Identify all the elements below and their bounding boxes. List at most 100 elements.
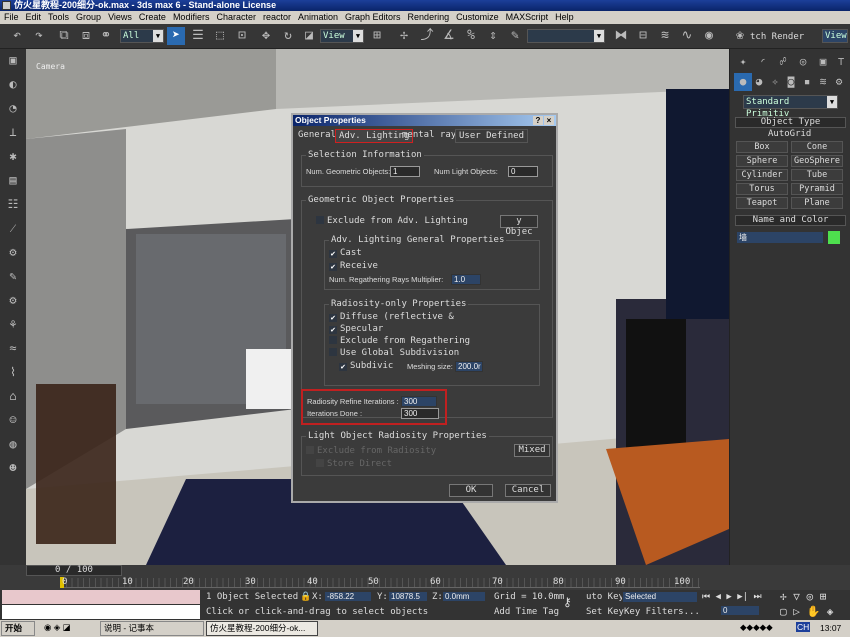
refine-iterations-spinner[interactable]: 300 bbox=[401, 396, 437, 407]
percent-snap-icon[interactable]: % bbox=[462, 27, 480, 45]
y-coordinate[interactable]: 10878.5 bbox=[388, 591, 428, 602]
rays-multiplier-spinner[interactable]: 1.0 bbox=[451, 274, 481, 285]
key-filters-button[interactable]: Key Filters... bbox=[624, 606, 700, 618]
modify-tab-icon[interactable]: ◜ bbox=[754, 53, 772, 71]
tool-icon[interactable]: ⚙ bbox=[4, 245, 22, 263]
ime-indicator[interactable]: CH bbox=[796, 622, 811, 632]
menu-graph-editors[interactable]: Graph Editors bbox=[345, 11, 401, 24]
tab-mental-ray[interactable]: mental ray bbox=[399, 129, 459, 143]
tool-icon[interactable]: ≈ bbox=[4, 341, 22, 359]
menu-character[interactable]: Character bbox=[216, 11, 256, 24]
cylinder-button[interactable]: Cylinder bbox=[736, 169, 788, 181]
utilities-tab-icon[interactable]: ⊤ bbox=[832, 53, 850, 71]
object-name-input[interactable]: 墙 bbox=[736, 231, 824, 244]
task-notepad[interactable]: 说明 - 记事本 bbox=[100, 621, 204, 636]
lock-icon[interactable]: 🔒 bbox=[300, 591, 311, 603]
subdivide-checkbox[interactable]: ✔ Subdivic bbox=[339, 361, 393, 371]
cone-button[interactable]: Cone bbox=[791, 141, 843, 153]
tool-icon[interactable]: ◍ bbox=[4, 437, 22, 455]
ref-coord-dropdown[interactable]: View ▼ bbox=[320, 29, 364, 43]
menu-tools[interactable]: Tools bbox=[48, 11, 69, 24]
angle-snap-icon[interactable]: ∡ bbox=[440, 27, 458, 45]
tool-icon[interactable]: ⊥ bbox=[4, 125, 22, 143]
viewport-nav-icon[interactable]: ✢ ▽ ◎ ⊞ bbox=[780, 591, 826, 603]
torus-button[interactable]: Torus bbox=[736, 183, 788, 195]
tool-icon[interactable]: ◐ bbox=[4, 77, 22, 95]
pivot-icon[interactable]: ⊞ bbox=[368, 27, 386, 45]
unlink-icon[interactable]: ⧈ bbox=[77, 27, 95, 45]
hierarchy-tab-icon[interactable]: ☍ bbox=[774, 53, 792, 71]
layer-icon[interactable]: ≋ bbox=[656, 27, 674, 45]
selection-filter-dropdown[interactable]: All ▼ bbox=[120, 29, 164, 43]
key-mode-dropdown[interactable]: Selected bbox=[622, 591, 698, 603]
key-icon[interactable]: ⚷ bbox=[563, 596, 572, 608]
specular-checkbox[interactable]: ✔ Specular bbox=[329, 324, 383, 334]
named-selection-dropdown[interactable]: ▼ bbox=[527, 29, 605, 43]
diffuse-checkbox[interactable]: ✔ Diffuse (reflective & bbox=[329, 312, 454, 322]
help-button[interactable]: ? bbox=[533, 116, 543, 125]
maxscript-input[interactable] bbox=[2, 605, 200, 619]
tool-icon[interactable]: ☻ bbox=[4, 461, 22, 479]
playback-controls-icon[interactable]: ⏮ ◀ ▶ ▶| ⏭ bbox=[702, 591, 762, 603]
tab-user-defined[interactable]: User Defined bbox=[455, 129, 529, 143]
quick-launch-icon[interactable]: ◉ ◈ ◪ bbox=[44, 622, 71, 633]
undo-icon[interactable]: ↶ bbox=[8, 27, 26, 45]
quick-render-label[interactable]: tch Render bbox=[750, 31, 804, 43]
redo-icon[interactable]: ↷ bbox=[30, 27, 48, 45]
render-scene-icon[interactable]: ❀ bbox=[731, 27, 749, 45]
snap-icon[interactable]: ⤴ bbox=[418, 27, 436, 45]
x-coordinate[interactable]: -858.22 bbox=[324, 591, 372, 602]
tube-button[interactable]: Tube bbox=[791, 169, 843, 181]
tool-icon[interactable]: ⌇ bbox=[4, 365, 22, 383]
auto-key-button[interactable]: uto Key bbox=[586, 591, 624, 603]
menu-animation[interactable]: Animation bbox=[298, 11, 338, 24]
link-icon[interactable]: ⧉ bbox=[55, 27, 73, 45]
menu-reactor[interactable]: reactor bbox=[263, 11, 291, 24]
task-3dsmax[interactable]: 仿火星教程-200细分-ok... bbox=[206, 621, 318, 636]
spinner-snap-icon[interactable]: ⇕ bbox=[484, 27, 502, 45]
tool-icon[interactable]: ⚙ bbox=[4, 293, 22, 311]
add-time-tag-button[interactable]: Add Time Tag bbox=[494, 606, 559, 618]
menu-file[interactable]: File bbox=[4, 11, 19, 24]
start-button[interactable]: 开始 bbox=[1, 621, 35, 636]
tool-icon[interactable]: ◔ bbox=[4, 101, 22, 119]
tool-icon[interactable]: ✎ bbox=[4, 269, 22, 287]
close-button[interactable]: × bbox=[544, 116, 554, 125]
scale-icon[interactable]: ◪ bbox=[300, 27, 318, 45]
teapot-button[interactable]: Teapot bbox=[736, 197, 788, 209]
tool-icon[interactable]: ✱ bbox=[4, 149, 22, 167]
pyramid-button[interactable]: Pyramid bbox=[791, 183, 843, 195]
create-tab-icon[interactable]: ✦ bbox=[734, 53, 752, 71]
box-button[interactable]: Box bbox=[736, 141, 788, 153]
mirror-icon[interactable]: ⧓ bbox=[612, 27, 630, 45]
tool-icon[interactable]: ▣ bbox=[4, 53, 22, 71]
menu-maxscript[interactable]: MAXScript bbox=[506, 11, 549, 24]
display-tab-icon[interactable]: ▣ bbox=[814, 53, 832, 71]
tool-icon[interactable]: ⁄ bbox=[4, 221, 22, 239]
store-direct-checkbox[interactable]: Store Direct bbox=[316, 459, 392, 469]
global-subdivision-checkbox[interactable]: Use Global Subdivision bbox=[329, 348, 459, 358]
geosphere-button[interactable]: GeoSphere bbox=[791, 155, 843, 167]
menu-group[interactable]: Group bbox=[76, 11, 101, 24]
align-icon[interactable]: ⊟ bbox=[634, 27, 652, 45]
menu-edit[interactable]: Edit bbox=[26, 11, 42, 24]
named-selection-icon[interactable]: ✎ bbox=[506, 27, 524, 45]
material-editor-icon[interactable]: ◉ bbox=[700, 27, 718, 45]
name-color-rollout[interactable]: Name and Color bbox=[735, 215, 846, 226]
exclude-regathering-checkbox[interactable]: Exclude from Regathering bbox=[329, 336, 470, 346]
tool-icon[interactable]: ☺ bbox=[4, 413, 22, 431]
sphere-button[interactable]: Sphere bbox=[736, 155, 788, 167]
tray-icons[interactable]: ◆◆◆◆◆ bbox=[740, 622, 773, 633]
menu-modifiers[interactable]: Modifiers bbox=[173, 11, 210, 24]
select-object-icon[interactable]: ➤ bbox=[167, 27, 185, 45]
object-color-swatch[interactable] bbox=[828, 231, 840, 244]
motion-tab-icon[interactable]: ◎ bbox=[794, 53, 812, 71]
rotate-icon[interactable]: ↻ bbox=[279, 27, 297, 45]
time-slider[interactable]: 0 / 100 bbox=[26, 565, 122, 576]
exclude-adv-lighting-checkbox[interactable]: Exclude from Adv. Lighting bbox=[316, 216, 468, 226]
curve-editor-icon[interactable]: ∿ bbox=[678, 27, 696, 45]
meshing-size-spinner[interactable]: 200.0r bbox=[455, 361, 483, 372]
maxscript-listener[interactable] bbox=[2, 590, 200, 604]
z-coordinate[interactable]: 0.0mm bbox=[442, 591, 486, 602]
manipulate-icon[interactable]: ✢ bbox=[395, 27, 413, 45]
